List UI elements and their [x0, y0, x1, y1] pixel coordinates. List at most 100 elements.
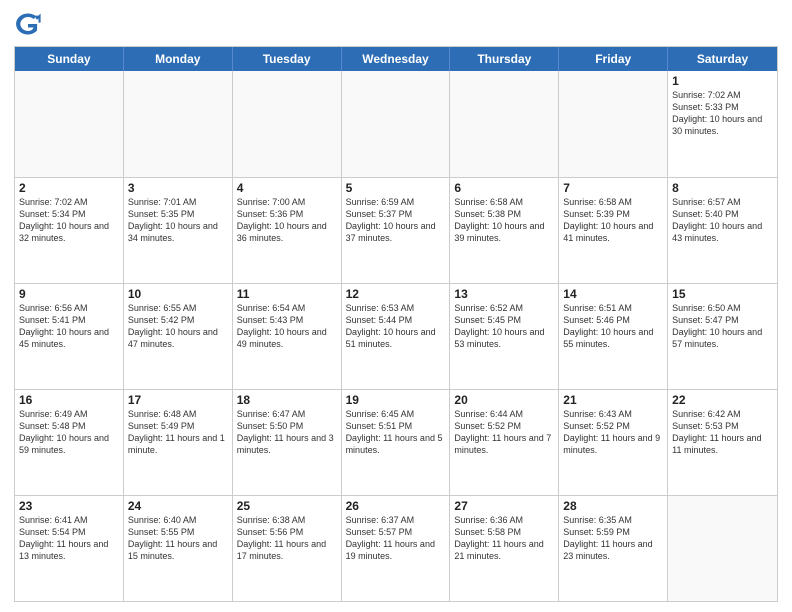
day-number: 22 — [672, 393, 773, 407]
cell-info: Sunrise: 6:52 AM Sunset: 5:45 PM Dayligh… — [454, 302, 554, 351]
table-row: 12Sunrise: 6:53 AM Sunset: 5:44 PM Dayli… — [342, 284, 451, 389]
day-number: 26 — [346, 499, 446, 513]
table-row: 14Sunrise: 6:51 AM Sunset: 5:46 PM Dayli… — [559, 284, 668, 389]
day-number: 1 — [672, 74, 773, 88]
day-number: 28 — [563, 499, 663, 513]
table-row: 17Sunrise: 6:48 AM Sunset: 5:49 PM Dayli… — [124, 390, 233, 495]
cell-info: Sunrise: 6:37 AM Sunset: 5:57 PM Dayligh… — [346, 514, 446, 563]
header-tuesday: Tuesday — [233, 47, 342, 71]
calendar: Sunday Monday Tuesday Wednesday Thursday… — [14, 46, 778, 602]
day-number: 6 — [454, 181, 554, 195]
table-row: 13Sunrise: 6:52 AM Sunset: 5:45 PM Dayli… — [450, 284, 559, 389]
day-number: 13 — [454, 287, 554, 301]
cell-info: Sunrise: 6:51 AM Sunset: 5:46 PM Dayligh… — [563, 302, 663, 351]
day-number: 12 — [346, 287, 446, 301]
cell-info: Sunrise: 6:45 AM Sunset: 5:51 PM Dayligh… — [346, 408, 446, 457]
table-row — [342, 71, 451, 177]
day-number: 18 — [237, 393, 337, 407]
cell-info: Sunrise: 6:53 AM Sunset: 5:44 PM Dayligh… — [346, 302, 446, 351]
table-row: 4Sunrise: 7:00 AM Sunset: 5:36 PM Daylig… — [233, 178, 342, 283]
cell-info: Sunrise: 7:00 AM Sunset: 5:36 PM Dayligh… — [237, 196, 337, 245]
cell-info: Sunrise: 6:48 AM Sunset: 5:49 PM Dayligh… — [128, 408, 228, 457]
table-row: 3Sunrise: 7:01 AM Sunset: 5:35 PM Daylig… — [124, 178, 233, 283]
day-number: 11 — [237, 287, 337, 301]
cell-info: Sunrise: 6:50 AM Sunset: 5:47 PM Dayligh… — [672, 302, 773, 351]
calendar-row: 1Sunrise: 7:02 AM Sunset: 5:33 PM Daylig… — [15, 71, 777, 177]
table-row: 28Sunrise: 6:35 AM Sunset: 5:59 PM Dayli… — [559, 496, 668, 601]
table-row: 15Sunrise: 6:50 AM Sunset: 5:47 PM Dayli… — [668, 284, 777, 389]
cell-info: Sunrise: 6:56 AM Sunset: 5:41 PM Dayligh… — [19, 302, 119, 351]
table-row — [559, 71, 668, 177]
cell-info: Sunrise: 6:41 AM Sunset: 5:54 PM Dayligh… — [19, 514, 119, 563]
cell-info: Sunrise: 6:38 AM Sunset: 5:56 PM Dayligh… — [237, 514, 337, 563]
table-row: 2Sunrise: 7:02 AM Sunset: 5:34 PM Daylig… — [15, 178, 124, 283]
cell-info: Sunrise: 6:35 AM Sunset: 5:59 PM Dayligh… — [563, 514, 663, 563]
calendar-body: 1Sunrise: 7:02 AM Sunset: 5:33 PM Daylig… — [15, 71, 777, 601]
table-row — [233, 71, 342, 177]
table-row: 16Sunrise: 6:49 AM Sunset: 5:48 PM Dayli… — [15, 390, 124, 495]
day-number: 7 — [563, 181, 663, 195]
cell-info: Sunrise: 6:58 AM Sunset: 5:39 PM Dayligh… — [563, 196, 663, 245]
table-row: 11Sunrise: 6:54 AM Sunset: 5:43 PM Dayli… — [233, 284, 342, 389]
cell-info: Sunrise: 6:59 AM Sunset: 5:37 PM Dayligh… — [346, 196, 446, 245]
calendar-row: 2Sunrise: 7:02 AM Sunset: 5:34 PM Daylig… — [15, 177, 777, 283]
day-number: 21 — [563, 393, 663, 407]
day-number: 5 — [346, 181, 446, 195]
cell-info: Sunrise: 7:02 AM Sunset: 5:34 PM Dayligh… — [19, 196, 119, 245]
day-number: 14 — [563, 287, 663, 301]
cell-info: Sunrise: 6:40 AM Sunset: 5:55 PM Dayligh… — [128, 514, 228, 563]
cell-info: Sunrise: 7:01 AM Sunset: 5:35 PM Dayligh… — [128, 196, 228, 245]
table-row: 23Sunrise: 6:41 AM Sunset: 5:54 PM Dayli… — [15, 496, 124, 601]
cell-info: Sunrise: 6:54 AM Sunset: 5:43 PM Dayligh… — [237, 302, 337, 351]
table-row: 10Sunrise: 6:55 AM Sunset: 5:42 PM Dayli… — [124, 284, 233, 389]
day-number: 17 — [128, 393, 228, 407]
table-row: 26Sunrise: 6:37 AM Sunset: 5:57 PM Dayli… — [342, 496, 451, 601]
table-row: 18Sunrise: 6:47 AM Sunset: 5:50 PM Dayli… — [233, 390, 342, 495]
calendar-header: Sunday Monday Tuesday Wednesday Thursday… — [15, 47, 777, 71]
calendar-row: 9Sunrise: 6:56 AM Sunset: 5:41 PM Daylig… — [15, 283, 777, 389]
table-row: 6Sunrise: 6:58 AM Sunset: 5:38 PM Daylig… — [450, 178, 559, 283]
day-number: 16 — [19, 393, 119, 407]
day-number: 23 — [19, 499, 119, 513]
header — [14, 10, 778, 38]
table-row — [668, 496, 777, 601]
day-number: 9 — [19, 287, 119, 301]
header-saturday: Saturday — [668, 47, 777, 71]
cell-info: Sunrise: 6:43 AM Sunset: 5:52 PM Dayligh… — [563, 408, 663, 457]
cell-info: Sunrise: 6:49 AM Sunset: 5:48 PM Dayligh… — [19, 408, 119, 457]
header-friday: Friday — [559, 47, 668, 71]
table-row: 8Sunrise: 6:57 AM Sunset: 5:40 PM Daylig… — [668, 178, 777, 283]
table-row: 25Sunrise: 6:38 AM Sunset: 5:56 PM Dayli… — [233, 496, 342, 601]
cell-info: Sunrise: 6:58 AM Sunset: 5:38 PM Dayligh… — [454, 196, 554, 245]
calendar-row: 16Sunrise: 6:49 AM Sunset: 5:48 PM Dayli… — [15, 389, 777, 495]
day-number: 27 — [454, 499, 554, 513]
table-row — [124, 71, 233, 177]
header-sunday: Sunday — [15, 47, 124, 71]
day-number: 24 — [128, 499, 228, 513]
table-row — [450, 71, 559, 177]
header-monday: Monday — [124, 47, 233, 71]
cell-info: Sunrise: 6:47 AM Sunset: 5:50 PM Dayligh… — [237, 408, 337, 457]
calendar-row: 23Sunrise: 6:41 AM Sunset: 5:54 PM Dayli… — [15, 495, 777, 601]
table-row — [15, 71, 124, 177]
day-number: 3 — [128, 181, 228, 195]
cell-info: Sunrise: 6:42 AM Sunset: 5:53 PM Dayligh… — [672, 408, 773, 457]
table-row: 5Sunrise: 6:59 AM Sunset: 5:37 PM Daylig… — [342, 178, 451, 283]
header-wednesday: Wednesday — [342, 47, 451, 71]
day-number: 15 — [672, 287, 773, 301]
cell-info: Sunrise: 6:44 AM Sunset: 5:52 PM Dayligh… — [454, 408, 554, 457]
table-row: 19Sunrise: 6:45 AM Sunset: 5:51 PM Dayli… — [342, 390, 451, 495]
day-number: 19 — [346, 393, 446, 407]
table-row: 9Sunrise: 6:56 AM Sunset: 5:41 PM Daylig… — [15, 284, 124, 389]
day-number: 20 — [454, 393, 554, 407]
logo-icon — [14, 10, 42, 38]
table-row: 21Sunrise: 6:43 AM Sunset: 5:52 PM Dayli… — [559, 390, 668, 495]
logo — [14, 10, 46, 38]
table-row: 20Sunrise: 6:44 AM Sunset: 5:52 PM Dayli… — [450, 390, 559, 495]
day-number: 25 — [237, 499, 337, 513]
table-row: 7Sunrise: 6:58 AM Sunset: 5:39 PM Daylig… — [559, 178, 668, 283]
table-row: 27Sunrise: 6:36 AM Sunset: 5:58 PM Dayli… — [450, 496, 559, 601]
cell-info: Sunrise: 6:55 AM Sunset: 5:42 PM Dayligh… — [128, 302, 228, 351]
day-number: 2 — [19, 181, 119, 195]
day-number: 10 — [128, 287, 228, 301]
